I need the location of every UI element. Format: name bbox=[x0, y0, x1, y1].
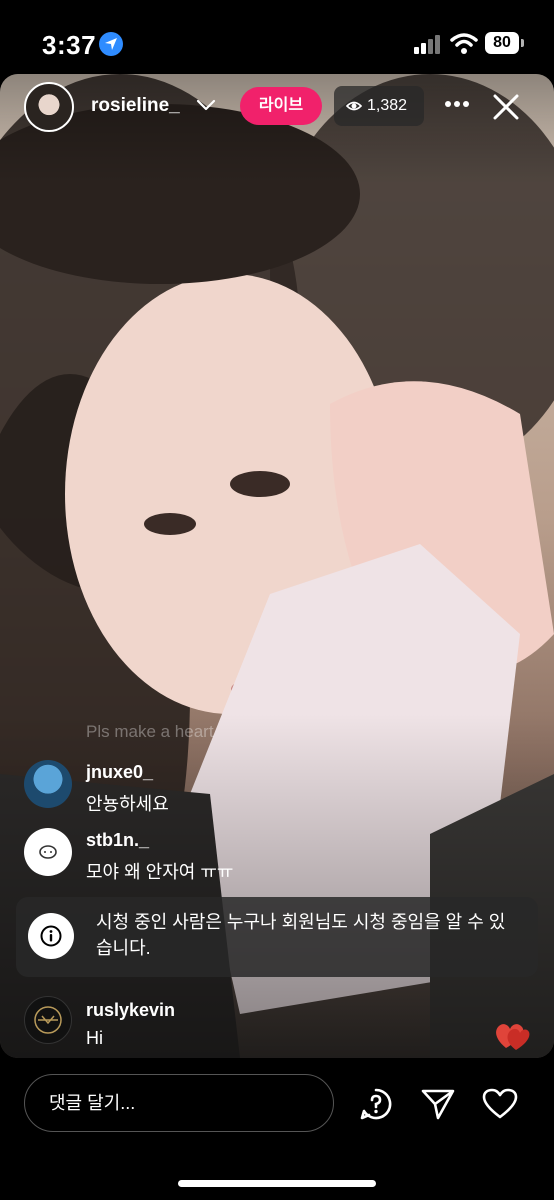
host-avatar[interactable] bbox=[24, 82, 74, 132]
status-time: 3:37 bbox=[42, 30, 97, 60]
info-icon bbox=[28, 913, 74, 959]
eye-icon bbox=[346, 101, 362, 111]
comment-text: Hi bbox=[86, 1028, 103, 1048]
comment-text: 안뇽하세요 bbox=[86, 794, 169, 814]
viewer-count-value: 1,382 bbox=[367, 97, 408, 114]
more-icon[interactable] bbox=[444, 100, 470, 108]
signal-icon bbox=[414, 35, 440, 54]
comment-text: 모야 왜 안자여 ㅠㅠ bbox=[86, 862, 234, 882]
chevron-down-icon[interactable] bbox=[195, 97, 217, 113]
comment-username[interactable]: stb1n._ bbox=[86, 830, 149, 851]
home-indicator[interactable] bbox=[178, 1180, 376, 1187]
notice-text: 시청 중인 사람은 누구나 회원님도 시청 중임을 알 수 있습니다. bbox=[96, 912, 506, 958]
battery-tip bbox=[521, 39, 524, 47]
comment-avatar[interactable] bbox=[24, 760, 72, 808]
close-icon[interactable] bbox=[492, 93, 520, 121]
battery-icon: 80 bbox=[485, 32, 527, 54]
heart-icon[interactable] bbox=[482, 1088, 518, 1120]
comment-avatar[interactable] bbox=[24, 828, 72, 876]
bottom-bar: 댓글 달기... bbox=[0, 1058, 554, 1200]
viewer-notice: 시청 중인 사람은 누구나 회원님도 시청 중임을 알 수 있습니다. bbox=[16, 897, 538, 977]
viewer-count[interactable]: 1,382 bbox=[334, 86, 424, 126]
faded-comment: Pls make a heart bbox=[86, 722, 214, 741]
comment-avatar-logo bbox=[34, 1006, 62, 1034]
comment-avatar-icon bbox=[39, 845, 57, 859]
bottom-shade bbox=[0, 714, 554, 1058]
question-icon[interactable] bbox=[359, 1087, 393, 1121]
battery-level: 80 bbox=[485, 32, 519, 54]
host-username[interactable]: rosieline_ bbox=[91, 95, 180, 117]
comment-avatar[interactable] bbox=[24, 996, 72, 1044]
status-bar: 3:37 80 bbox=[0, 0, 554, 74]
heart-reaction-icon bbox=[496, 1024, 530, 1050]
live-badge: 라이브 bbox=[240, 87, 322, 125]
send-icon[interactable] bbox=[421, 1088, 455, 1120]
comment-input[interactable]: 댓글 달기... bbox=[24, 1074, 334, 1132]
wifi-icon bbox=[450, 33, 478, 54]
comment-username[interactable]: ruslykevin bbox=[86, 1000, 175, 1021]
location-icon bbox=[99, 32, 123, 56]
comment-username[interactable]: jnuxe0_ bbox=[86, 762, 153, 783]
